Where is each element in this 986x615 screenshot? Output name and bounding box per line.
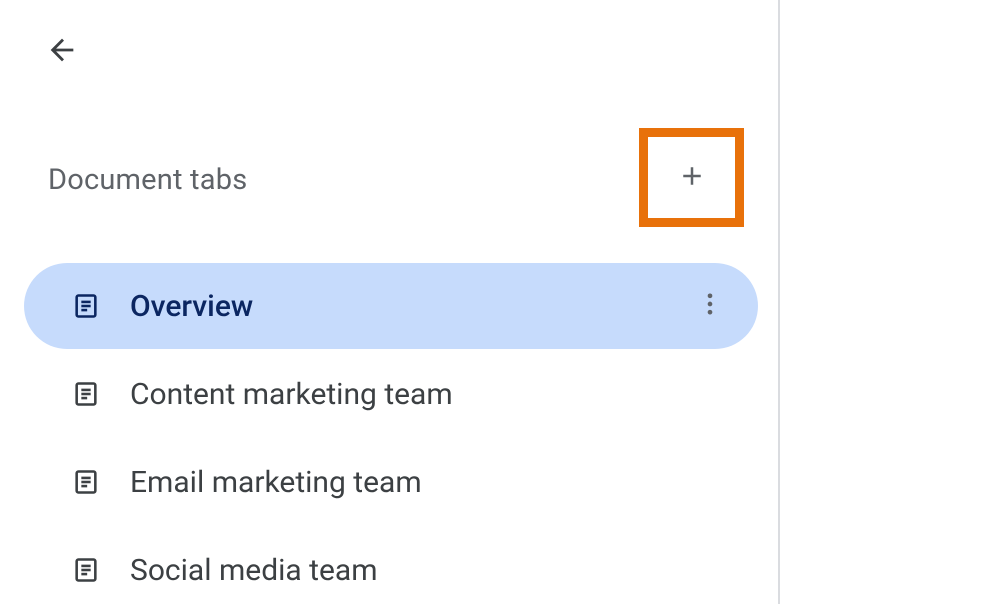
document-icon xyxy=(72,380,100,408)
back-arrow-icon xyxy=(45,33,79,71)
add-tab-button[interactable] xyxy=(672,158,712,198)
document-icon xyxy=(72,292,100,320)
panel-header: Document tabs xyxy=(24,132,758,227)
section-title: Document tabs xyxy=(48,163,247,197)
tab-item-content-marketing-team[interactable]: Content marketing team xyxy=(24,351,758,437)
highlight-box xyxy=(639,128,744,227)
document-tabs-panel: Document tabs Overview xyxy=(0,0,780,604)
plus-icon xyxy=(677,161,707,195)
tab-label: Content marketing team xyxy=(130,377,730,412)
back-button[interactable] xyxy=(38,28,86,76)
tab-item-social-media-team[interactable]: Social media team xyxy=(24,527,758,613)
tab-label: Overview xyxy=(130,289,690,324)
tab-label: Email marketing team xyxy=(130,465,730,500)
tab-item-email-marketing-team[interactable]: Email marketing team xyxy=(24,439,758,525)
document-icon xyxy=(72,468,100,496)
tab-overflow-button[interactable] xyxy=(690,286,730,326)
document-icon xyxy=(72,556,100,584)
more-vert-icon xyxy=(696,290,724,322)
tab-list: Overview Content marketing team xyxy=(24,263,758,615)
tab-label: Social media team xyxy=(130,553,730,588)
tab-item-overview[interactable]: Overview xyxy=(24,263,758,349)
